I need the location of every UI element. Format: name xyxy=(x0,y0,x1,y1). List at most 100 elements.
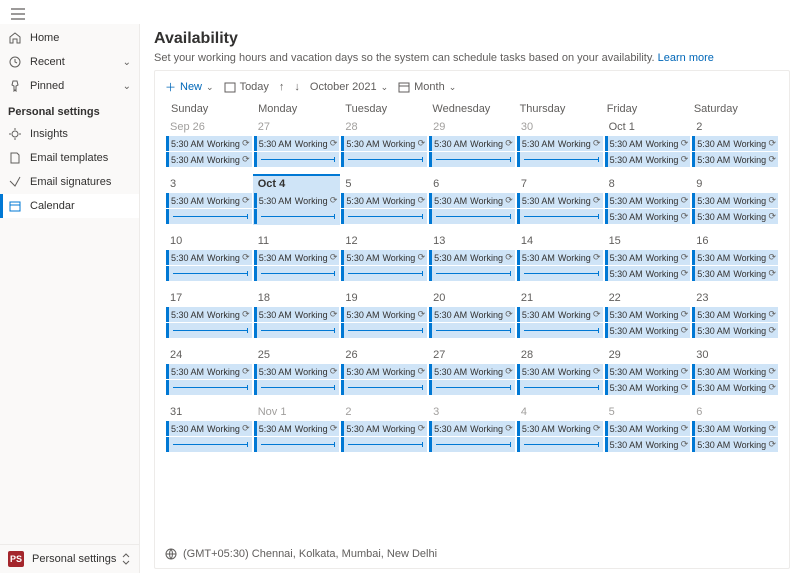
day-cell[interactable]: 155:30 AMWorking⟳5:30 AMWorking⟳ xyxy=(604,233,692,282)
event[interactable] xyxy=(254,152,340,167)
event[interactable]: 5:30 AMWorking⟳ xyxy=(166,307,252,322)
event[interactable] xyxy=(341,380,427,395)
day-cell[interactable]: 275:30 AMWorking⟳ xyxy=(428,347,516,396)
event[interactable] xyxy=(254,437,340,452)
day-cell[interactable]: 295:30 AMWorking⟳ xyxy=(428,119,516,168)
event[interactable]: 5:30 AMWorking⟳ xyxy=(341,136,427,151)
day-cell[interactable]: 305:30 AMWorking⟳ xyxy=(516,119,604,168)
menu-icon[interactable] xyxy=(8,4,28,24)
event[interactable]: 5:30 AMWorking⟳ xyxy=(429,193,515,208)
day-cell[interactable]: 25:30 AMWorking⟳5:30 AMWorking⟳ xyxy=(691,119,779,168)
day-cell[interactable]: 145:30 AMWorking⟳ xyxy=(516,233,604,282)
event[interactable] xyxy=(517,437,603,452)
event[interactable]: 5:30 AMWorking⟳ xyxy=(605,266,691,281)
day-cell[interactable]: 95:30 AMWorking⟳5:30 AMWorking⟳ xyxy=(691,176,779,225)
event[interactable]: 5:30 AMWorking⟳ xyxy=(605,421,691,436)
day-cell[interactable]: 235:30 AMWorking⟳5:30 AMWorking⟳ xyxy=(691,290,779,339)
event[interactable]: 5:30 AMWorking⟳ xyxy=(605,193,691,208)
event[interactable]: 5:30 AMWorking⟳ xyxy=(692,193,778,208)
event[interactable]: 5:30 AMWorking⟳ xyxy=(605,437,691,452)
event[interactable]: 5:30 AMWorking⟳ xyxy=(429,307,515,322)
event[interactable]: 5:30 AMWorking⟳ xyxy=(341,364,427,379)
nav-email-signatures[interactable]: Email signatures xyxy=(0,170,139,194)
day-cell[interactable]: 315:30 AMWorking⟳ xyxy=(165,404,253,453)
event[interactable] xyxy=(341,266,427,281)
prev-button[interactable]: ↑ xyxy=(279,81,285,93)
event[interactable]: 5:30 AMWorking⟳ xyxy=(517,421,603,436)
day-cell[interactable]: 185:30 AMWorking⟳ xyxy=(253,290,341,339)
day-cell[interactable]: 35:30 AMWorking⟳ xyxy=(165,176,253,225)
event[interactable]: 5:30 AMWorking⟳ xyxy=(692,307,778,322)
nav-insights[interactable]: Insights xyxy=(0,122,139,146)
day-cell[interactable]: 125:30 AMWorking⟳ xyxy=(340,233,428,282)
event[interactable] xyxy=(429,209,515,224)
event[interactable]: 5:30 AMWorking⟳ xyxy=(605,323,691,338)
event[interactable]: 5:30 AMWorking⟳ xyxy=(341,193,427,208)
event[interactable]: 5:30 AMWorking⟳ xyxy=(517,250,603,265)
day-cell[interactable]: 25:30 AMWorking⟳ xyxy=(340,404,428,453)
event[interactable]: 5:30 AMWorking⟳ xyxy=(692,323,778,338)
event[interactable]: 5:30 AMWorking⟳ xyxy=(692,364,778,379)
event[interactable]: 5:30 AMWorking⟳ xyxy=(254,307,340,322)
event[interactable] xyxy=(517,323,603,338)
event[interactable]: 5:30 AMWorking⟳ xyxy=(517,307,603,322)
nav-home[interactable]: Home xyxy=(0,26,139,50)
day-cell[interactable]: 295:30 AMWorking⟳5:30 AMWorking⟳ xyxy=(604,347,692,396)
event[interactable] xyxy=(254,380,340,395)
day-cell[interactable]: 115:30 AMWorking⟳ xyxy=(253,233,341,282)
view-picker[interactable]: Month ⌄ xyxy=(398,81,456,93)
event[interactable]: 5:30 AMWorking⟳ xyxy=(605,136,691,151)
timezone-row[interactable]: (GMT+05:30) Chennai, Kolkata, Mumbai, Ne… xyxy=(165,548,779,560)
event[interactable] xyxy=(341,152,427,167)
event[interactable] xyxy=(254,323,340,338)
event[interactable] xyxy=(166,323,252,338)
event[interactable]: 5:30 AMWorking⟳ xyxy=(429,421,515,436)
event[interactable]: 5:30 AMWorking⟳ xyxy=(517,136,603,151)
event[interactable]: 5:30 AMWorking⟳ xyxy=(692,266,778,281)
today-button[interactable]: Today xyxy=(224,81,269,93)
day-cell[interactable]: 275:30 AMWorking⟳ xyxy=(253,119,341,168)
event[interactable] xyxy=(517,380,603,395)
event[interactable]: 5:30 AMWorking⟳ xyxy=(341,421,427,436)
event[interactable]: 5:30 AMWorking⟳ xyxy=(254,136,340,151)
day-cell[interactable]: 45:30 AMWorking⟳ xyxy=(516,404,604,453)
day-cell[interactable]: 75:30 AMWorking⟳ xyxy=(516,176,604,225)
sidebar-footer[interactable]: PS Personal settings xyxy=(0,544,139,573)
event[interactable]: 5:30 AMWorking⟳ xyxy=(692,152,778,167)
event[interactable]: 5:30 AMWorking⟳ xyxy=(692,380,778,395)
day-cell[interactable]: 105:30 AMWorking⟳ xyxy=(165,233,253,282)
event[interactable]: 5:30 AMWorking⟳ xyxy=(341,307,427,322)
new-button[interactable]: ＋ New ⌄ xyxy=(165,79,214,95)
event[interactable] xyxy=(341,437,427,452)
learn-more-link[interactable]: Learn more xyxy=(658,52,714,64)
event[interactable] xyxy=(254,266,340,281)
nav-email-templates[interactable]: Email templates xyxy=(0,146,139,170)
day-cell[interactable]: 65:30 AMWorking⟳5:30 AMWorking⟳ xyxy=(691,404,779,453)
day-cell[interactable]: 225:30 AMWorking⟳5:30 AMWorking⟳ xyxy=(604,290,692,339)
event[interactable] xyxy=(166,380,252,395)
event[interactable] xyxy=(429,380,515,395)
event[interactable] xyxy=(166,209,252,224)
event[interactable]: 5:30 AMWorking⟳ xyxy=(692,209,778,224)
event[interactable] xyxy=(429,437,515,452)
event[interactable]: 5:30 AMWorking⟳ xyxy=(605,209,691,224)
event[interactable]: 5:30 AMWorking⟳ xyxy=(341,250,427,265)
day-cell[interactable]: 85:30 AMWorking⟳5:30 AMWorking⟳ xyxy=(604,176,692,225)
event[interactable]: 5:30 AMWorking⟳ xyxy=(517,193,603,208)
nav-recent[interactable]: Recent ⌄ xyxy=(0,50,139,74)
day-cell[interactable]: Oct 45:30 AMWorking⟳ xyxy=(253,176,341,225)
day-cell[interactable]: 265:30 AMWorking⟳ xyxy=(340,347,428,396)
day-cell[interactable]: 35:30 AMWorking⟳ xyxy=(428,404,516,453)
event[interactable] xyxy=(341,323,427,338)
event[interactable]: 5:30 AMWorking⟳ xyxy=(166,193,252,208)
event[interactable]: 5:30 AMWorking⟳ xyxy=(517,364,603,379)
day-cell[interactable]: Nov 15:30 AMWorking⟳ xyxy=(253,404,341,453)
event[interactable]: 5:30 AMWorking⟳ xyxy=(605,307,691,322)
day-cell[interactable]: 165:30 AMWorking⟳5:30 AMWorking⟳ xyxy=(691,233,779,282)
event[interactable]: 5:30 AMWorking⟳ xyxy=(254,364,340,379)
event[interactable] xyxy=(254,209,340,224)
event[interactable]: 5:30 AMWorking⟳ xyxy=(605,152,691,167)
event[interactable]: 5:30 AMWorking⟳ xyxy=(166,364,252,379)
day-cell[interactable]: 255:30 AMWorking⟳ xyxy=(253,347,341,396)
day-cell[interactable]: 215:30 AMWorking⟳ xyxy=(516,290,604,339)
